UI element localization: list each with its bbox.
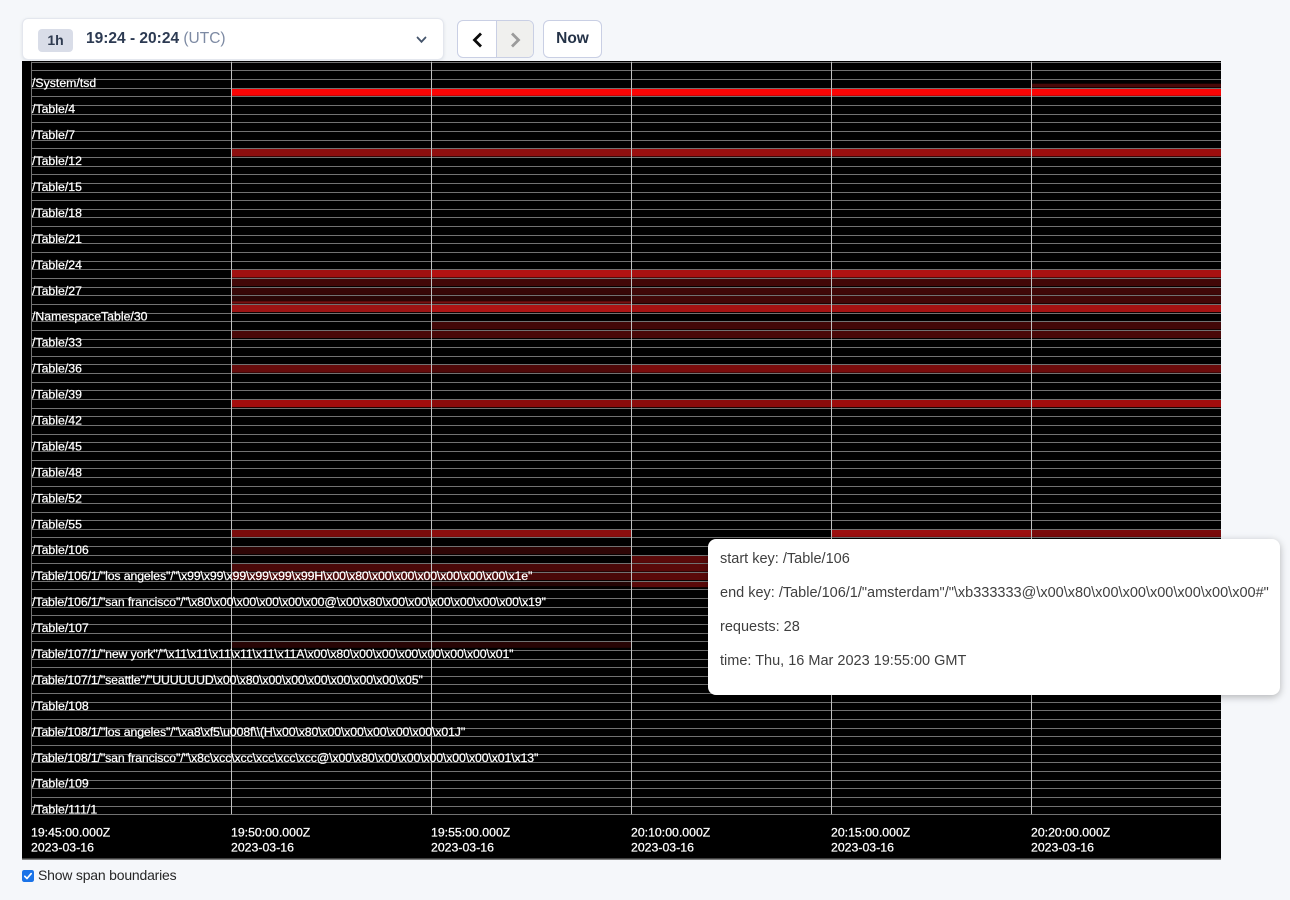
svg-text:/Table/39: /Table/39 <box>32 388 82 402</box>
svg-text:/Table/107: /Table/107 <box>32 621 89 635</box>
svg-text:/Table/108/1/"los angeles"/"\x: /Table/108/1/"los angeles"/"\xa8\xf5\u00… <box>32 725 465 739</box>
svg-text:2023-03-16: 2023-03-16 <box>631 841 694 855</box>
svg-text:/Table/24: /Table/24 <box>32 258 82 272</box>
svg-text:2023-03-16: 2023-03-16 <box>1031 841 1094 855</box>
svg-text:2023-03-16: 2023-03-16 <box>431 841 494 855</box>
svg-text:2023-03-16: 2023-03-16 <box>231 841 294 855</box>
svg-text:/NamespaceTable/30: /NamespaceTable/30 <box>32 310 148 324</box>
svg-text:19:55:00.000Z: 19:55:00.000Z <box>431 826 511 840</box>
svg-text:/Table/27: /Table/27 <box>32 284 82 298</box>
svg-text:20:10:00.000Z: 20:10:00.000Z <box>631 826 711 840</box>
svg-text:/Table/33: /Table/33 <box>32 336 82 350</box>
svg-text:/Table/55: /Table/55 <box>32 517 82 531</box>
svg-text:/Table/18: /Table/18 <box>32 206 82 220</box>
svg-text:/Table/111/1: /Table/111/1 <box>32 803 97 817</box>
svg-text:19:45:00.000Z: 19:45:00.000Z <box>31 826 111 840</box>
svg-text:/Table/107/1/"seattle"/"UUUUUU: /Table/107/1/"seattle"/"UUUUUUD\x00\x80\… <box>32 673 423 687</box>
svg-text:/Table/106: /Table/106 <box>32 543 89 557</box>
svg-text:/Table/21: /Table/21 <box>32 232 82 246</box>
svg-text:/Table/36: /Table/36 <box>32 362 82 376</box>
svg-text:/Table/52: /Table/52 <box>32 491 82 505</box>
svg-text:/Table/48: /Table/48 <box>32 465 82 479</box>
svg-text:20:15:00.000Z: 20:15:00.000Z <box>831 826 911 840</box>
svg-text:/Table/4: /Table/4 <box>32 102 75 116</box>
svg-text:2023-03-16: 2023-03-16 <box>831 841 894 855</box>
svg-text:/Table/109: /Table/109 <box>32 777 89 791</box>
svg-text:/Table/108/1/"san francisco"/": /Table/108/1/"san francisco"/"\x8c\xcc\x… <box>32 751 538 765</box>
svg-text:19:50:00.000Z: 19:50:00.000Z <box>231 826 311 840</box>
svg-text:/Table/106/1/"los angeles"/"\x: /Table/106/1/"los angeles"/"\x99\x99\x99… <box>32 569 532 583</box>
svg-text:/System/tsd: /System/tsd <box>32 76 96 90</box>
svg-text:/Table/15: /Table/15 <box>32 180 82 194</box>
svg-text:/Table/45: /Table/45 <box>32 439 82 453</box>
svg-text:/Table/108: /Table/108 <box>32 699 89 713</box>
svg-text:/Table/42: /Table/42 <box>32 414 82 428</box>
svg-text:2023-03-16: 2023-03-16 <box>31 841 94 855</box>
svg-text:/Table/106/1/"san francisco"/": /Table/106/1/"san francisco"/"\x80\x00\x… <box>32 595 546 609</box>
svg-text:/Table/7: /Table/7 <box>32 128 75 142</box>
svg-text:/Table/12: /Table/12 <box>32 154 82 168</box>
svg-text:/Table/107/1/"new york"/"\x11\: /Table/107/1/"new york"/"\x11\x11\x11\x1… <box>32 647 513 661</box>
svg-text:20:20:00.000Z: 20:20:00.000Z <box>1031 826 1111 840</box>
